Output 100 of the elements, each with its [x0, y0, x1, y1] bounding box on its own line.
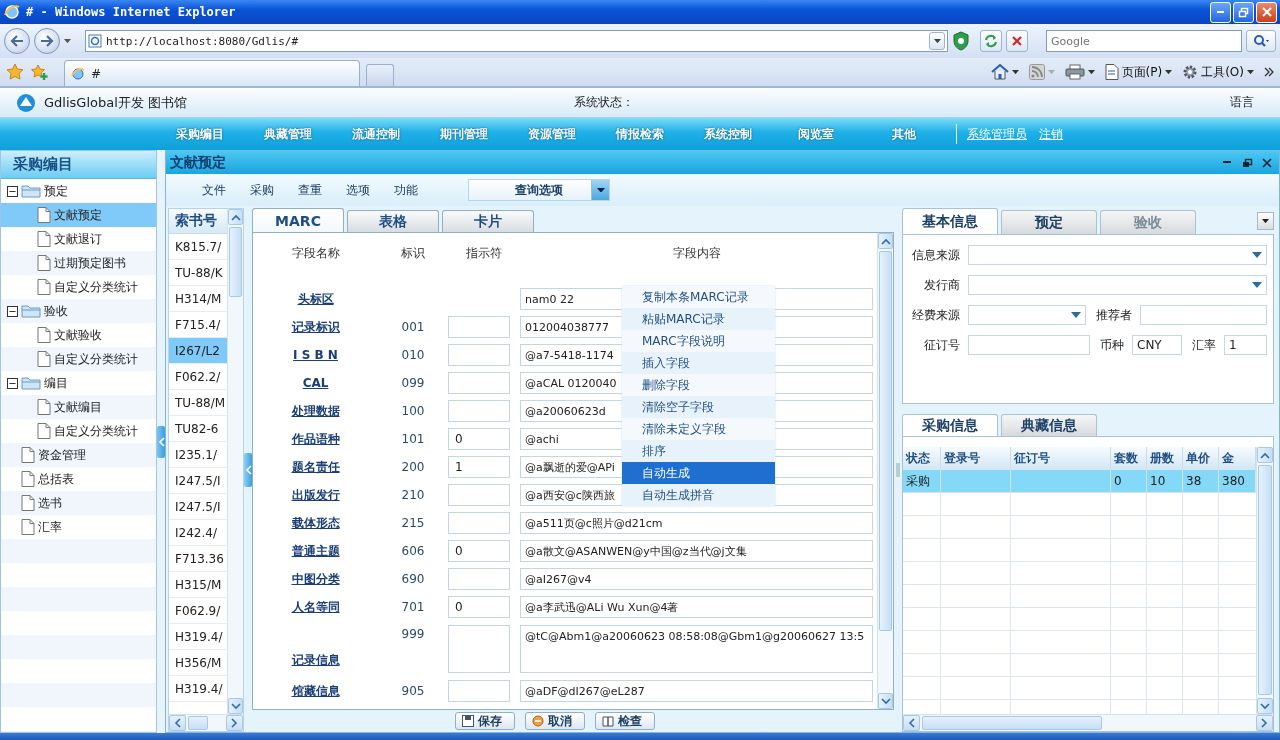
scroll-left-button[interactable]: [903, 715, 920, 731]
menu-item[interactable]: 排序: [622, 440, 775, 462]
input-field[interactable]: [968, 335, 1090, 355]
indicator-field[interactable]: 1: [448, 456, 510, 478]
tab[interactable]: 采购信息: [902, 414, 998, 436]
table-cell[interactable]: 10: [1147, 470, 1183, 493]
table-cell[interactable]: 380: [1219, 470, 1256, 493]
indicator-field[interactable]: [448, 316, 510, 338]
scroll-left-button[interactable]: [169, 715, 186, 731]
field-name-link[interactable]: 普通主题: [291, 542, 340, 560]
scroll-thumb[interactable]: [922, 716, 1102, 730]
language-link[interactable]: 语言: [1230, 94, 1254, 111]
scroll-thumb[interactable]: [188, 716, 208, 730]
indicator-field[interactable]: [448, 568, 510, 590]
scroll-up-button[interactable]: [1257, 447, 1273, 463]
input-field[interactable]: [1140, 305, 1267, 325]
scrollbar[interactable]: [877, 233, 893, 709]
tree-item[interactable]: 资金管理: [1, 443, 156, 467]
tree-item[interactable]: 选书: [1, 491, 156, 515]
menu-item[interactable]: 文件: [190, 181, 238, 199]
scroll-down-button[interactable]: [1257, 698, 1273, 714]
menu-item[interactable]: 选项: [334, 181, 382, 199]
collapse-icon[interactable]: [7, 377, 18, 389]
table-cell[interactable]: 采购: [903, 470, 941, 493]
print-button[interactable]: [1064, 64, 1095, 80]
tools-menu[interactable]: 工具(O): [1182, 63, 1254, 81]
table-cell[interactable]: [1011, 470, 1111, 493]
input-field[interactable]: CNY: [1132, 335, 1182, 355]
tab[interactable]: 典藏信息: [1001, 414, 1097, 436]
field-name-link[interactable]: 记录信息: [291, 652, 340, 669]
scroll-down-button[interactable]: [228, 698, 243, 714]
indicator-field[interactable]: 0: [448, 540, 510, 562]
table-cell[interactable]: 38: [1183, 470, 1219, 493]
scroll-up-button[interactable]: [228, 209, 243, 225]
scroll-up-button[interactable]: [878, 233, 893, 249]
field-name-link[interactable]: 作品语种: [291, 430, 340, 448]
content-field[interactable]: @aDF@dI267@eL287: [520, 680, 873, 702]
grip-icon[interactable]: [896, 463, 900, 477]
refresh-button[interactable]: [980, 30, 1002, 52]
content-field[interactable]: @tC@Abm1@a20060623 08:58:08@Gbm1@g20060627 13:5: [520, 625, 873, 673]
indicator-field[interactable]: [448, 400, 510, 422]
dropdown-button[interactable]: [929, 32, 945, 50]
menu-item[interactable]: 清除空子字段: [622, 396, 775, 418]
field-name-link[interactable]: CAL: [302, 376, 329, 390]
field-name-link[interactable]: 馆藏信息: [291, 682, 340, 700]
new-tab-button[interactable]: [366, 64, 394, 86]
field-name-link[interactable]: 中图分类: [291, 570, 340, 588]
scroll-thumb[interactable]: [229, 227, 242, 297]
tree-item[interactable]: 自定义分类统计: [1, 419, 156, 443]
indicator-field[interactable]: [448, 484, 510, 506]
table-cell[interactable]: 0: [1111, 470, 1147, 493]
tree-item[interactable]: 文献验收: [1, 323, 156, 347]
tree-item[interactable]: 预定: [1, 179, 156, 203]
tree-item[interactable]: 文献预定: [1, 203, 156, 227]
collapse-handle[interactable]: [157, 425, 165, 458]
dropdown-button[interactable]: [591, 180, 609, 200]
table-cell[interactable]: [941, 470, 1011, 493]
content-field[interactable]: @a李武迅@ALi Wu Xun@4著: [520, 596, 873, 618]
indicator-field[interactable]: [448, 372, 510, 394]
tab[interactable]: 卡片: [442, 210, 534, 232]
field-name-link[interactable]: I S B N: [293, 348, 338, 362]
indicator-field[interactable]: [448, 344, 510, 366]
list-item[interactable]: I267/L2: [169, 338, 227, 364]
menu-item[interactable]: 自动生成拼音: [622, 484, 775, 506]
field-name-link[interactable]: 人名等同: [291, 598, 340, 616]
tree-item[interactable]: 文献退订: [1, 227, 156, 251]
action-button[interactable]: 取消: [525, 712, 585, 730]
select-field[interactable]: [968, 245, 1267, 265]
menu-item[interactable]: 功能: [382, 181, 430, 199]
back-button[interactable]: [4, 28, 30, 54]
scroll-right-button[interactable]: [1256, 715, 1273, 731]
content-field[interactable]: @a511页@c照片@d21cm: [520, 512, 873, 534]
indicator-field[interactable]: [448, 625, 510, 673]
select-field[interactable]: [968, 305, 1086, 325]
stop-button[interactable]: [1006, 30, 1028, 52]
collapse-icon[interactable]: [7, 305, 18, 317]
forward-button[interactable]: [34, 28, 60, 54]
tab-menu-button[interactable]: [1257, 212, 1274, 230]
tree-item[interactable]: 总括表: [1, 467, 156, 491]
menu-item[interactable]: 插入字段: [622, 352, 775, 374]
scroll-thumb[interactable]: [1258, 465, 1272, 695]
field-name-link[interactable]: 记录标识: [291, 318, 340, 336]
shield-icon[interactable]: [952, 31, 970, 51]
scrollbar[interactable]: [903, 714, 1273, 731]
input-field[interactable]: 1: [1224, 335, 1267, 355]
menu-item[interactable]: 查重: [286, 181, 334, 199]
chevron-icon[interactable]: [1264, 67, 1274, 77]
indicator-field[interactable]: [448, 680, 510, 702]
scrollbar[interactable]: [169, 714, 243, 731]
address-field[interactable]: http://localhost:8080/Gdlis/#: [85, 30, 948, 52]
scroll-thumb[interactable]: [879, 251, 892, 631]
indicator-field[interactable]: 0: [448, 428, 510, 450]
menu-item[interactable]: 自动生成: [622, 462, 775, 484]
action-button[interactable]: 保存: [455, 712, 515, 730]
query-dropdown[interactable]: 查询选项: [468, 179, 610, 201]
field-name-link[interactable]: 出版发行: [291, 486, 340, 504]
star-icon[interactable]: [6, 63, 24, 81]
select-field[interactable]: [968, 275, 1267, 295]
tree-item[interactable]: 过期预定图书: [1, 251, 156, 275]
tab[interactable]: 表格: [347, 210, 439, 232]
